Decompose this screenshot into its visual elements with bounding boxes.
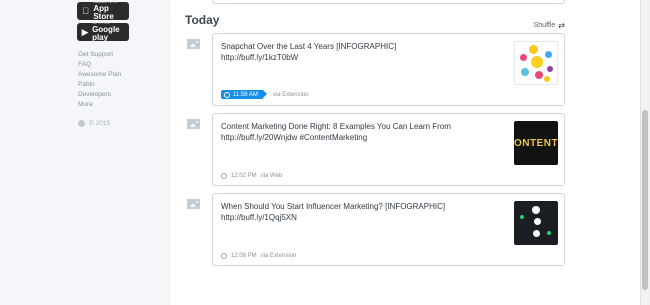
queue-post: When Should You Start Influencer Marketi… [185,193,565,266]
post-title: Snapchat Over the Last 4 Years [INFOGRAP… [221,42,397,51]
sidebar-links: Get Support FAQ Awesome Plan Pablo Devel… [78,50,121,110]
link-pablo[interactable]: Pablo [78,80,121,90]
post-source: via Web [260,173,283,179]
app-store-label: App Store [93,3,114,21]
post-card[interactable]: Content Marketing Done Right: 8 Examples… [212,113,565,186]
queue-post: Content Marketing Done Right: 8 Examples… [185,113,565,186]
clock-icon [224,91,230,98]
post-source: via Extension [260,253,297,259]
post-text: Snapchat Over the Last 4 Years [INFOGRAP… [221,41,501,63]
post-source: via Extension [272,91,309,98]
apple-icon:  [81,6,90,16]
link-get-support[interactable]: Get Support [78,50,121,60]
google-play-badge[interactable]: ▶ GET IT ON Google play [77,22,129,42]
post-title: When Should You Start Influencer Marketi… [221,202,446,211]
post-card[interactable]: Snapchat Over the Last 4 Years [INFOGRAP… [212,33,565,106]
post-title: Content Marketing Done Right: 8 Examples… [221,122,451,131]
main-content: Today Shuffle ⇄ Snapchat Over the Last 4… [185,0,565,305]
clock-icon [221,173,227,179]
scrollbar-thumb[interactable] [642,110,648,290]
link-awesome-plan[interactable]: Awesome Plan [78,70,121,80]
post-thumbnail[interactable] [514,201,558,245]
scheduled-time-badge[interactable]: 11:58 AM [221,90,267,99]
image-icon [187,119,200,129]
queue-post: Snapchat Over the Last 4 Years [INFOGRAP… [185,33,565,106]
shuffle-icon: ⇄ [558,21,565,30]
link-more[interactable]: More [78,100,121,110]
post-thumbnail[interactable] [514,41,558,85]
image-icon [187,39,200,49]
link-faq[interactable]: FAQ [78,60,121,70]
thumbnail-text: ONTENT [514,137,558,149]
copyright: © 2015 [78,120,110,127]
day-heading: Today [185,13,220,27]
buffer-logo-icon [78,120,85,127]
sidebar:  Available on the App Store ▶ GET IT ON… [0,0,170,305]
post-link[interactable]: http://buff.ly/20Wnjdw #ContentMarketing [221,132,501,143]
copyright-text: © 2015 [89,120,111,127]
post-time: 12:08 PM [231,253,257,259]
post-thumbnail[interactable]: ONTENT [514,121,558,165]
clock-icon [221,253,227,259]
play-icon: ▶ [81,26,89,37]
previous-card-edge [212,0,565,4]
post-meta: 11:58 AM via Extension [221,90,309,99]
post-link[interactable]: http://buff.ly/1kzT0bW [221,52,501,63]
post-text: When Should You Start Influencer Marketi… [221,201,501,223]
google-play-label: Google play [92,24,120,42]
shuffle-label: Shuffle [533,22,556,29]
post-meta: 12:08 PM via Extension [221,253,296,259]
image-icon [187,199,200,209]
post-time: 12:02 PM [231,173,257,179]
post-text: Content Marketing Done Right: 8 Examples… [221,121,501,143]
shuffle-button[interactable]: Shuffle ⇄ [534,21,565,30]
app-store-badge[interactable]:  Available on the App Store [77,1,129,21]
link-developers[interactable]: Developers [78,90,121,100]
post-meta: 12:02 PM via Web [221,173,282,179]
post-card[interactable]: When Should You Start Influencer Marketi… [212,193,565,266]
post-link[interactable]: http://buff.ly/1Qqj5XN [221,212,501,223]
post-time: 11:58 AM [233,91,258,98]
scrollbar[interactable] [640,0,650,305]
